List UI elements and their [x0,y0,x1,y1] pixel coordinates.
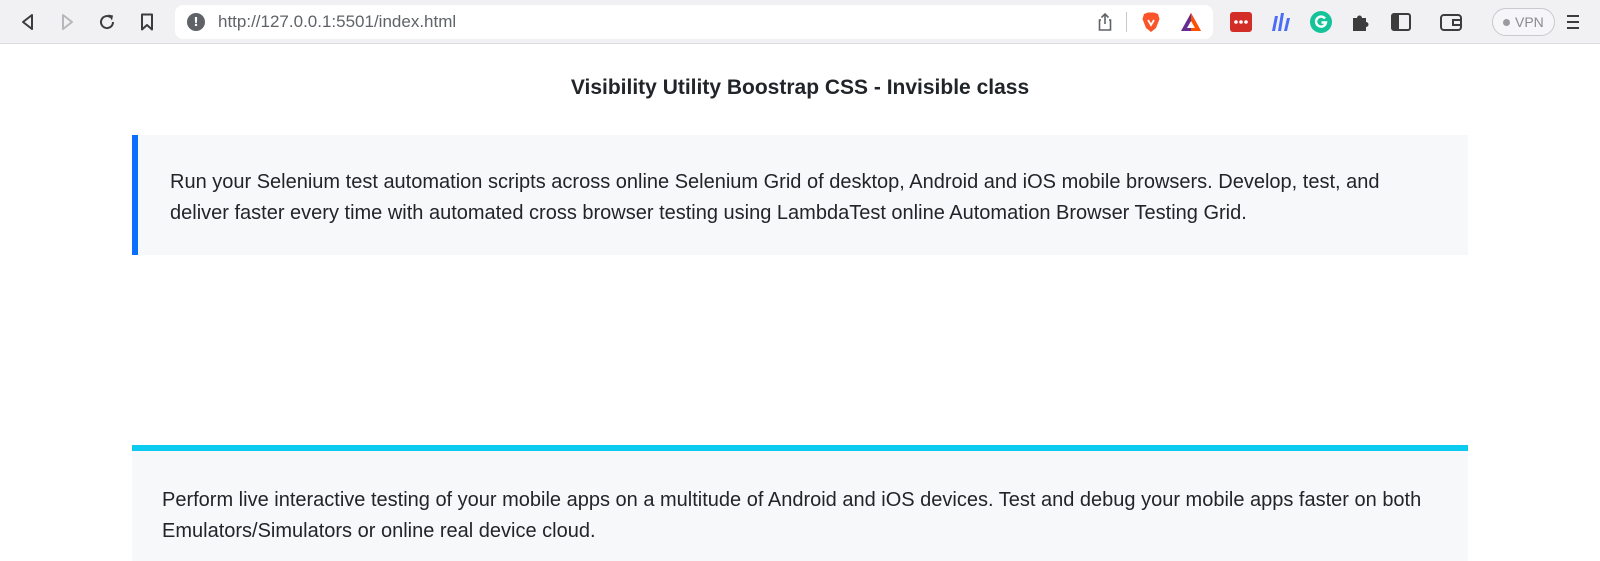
vpn-status-dot [1503,19,1510,26]
brave-shields-icon[interactable] [1140,11,1162,33]
grammarly-icon[interactable] [1309,10,1333,34]
page-title: Visibility Utility Boostrap CSS - Invisi… [570,76,1030,99]
forward-icon[interactable] [53,8,81,36]
wallet-icon[interactable] [1439,10,1463,34]
url-text[interactable]: http://127.0.0.1:5501/index.html [218,5,456,39]
puzzle-extensions-icon[interactable] [1349,10,1373,34]
back-icon[interactable] [14,8,42,36]
share-icon[interactable] [1095,12,1115,32]
bookmark-icon[interactable] [133,8,161,36]
info-icon[interactable]: ! [187,13,205,31]
browser-toolbar: ! http://127.0.0.1:5501/index.html VPN [0,0,1600,44]
menu-icon[interactable] [1559,8,1587,36]
callout-selenium: Run your Selenium test automation script… [132,135,1468,255]
address-bar[interactable]: ! http://127.0.0.1:5501/index.html [175,5,1213,39]
callout-mobile: Perform live interactive testing of your… [132,445,1468,561]
brave-rewards-icon[interactable] [1180,11,1202,33]
metamask-bars-icon[interactable] [1269,10,1293,34]
separator [1126,12,1127,32]
callout-text: Perform live interactive testing of your… [162,489,1422,542]
reload-icon[interactable] [93,8,121,36]
vpn-button[interactable]: VPN [1492,8,1555,36]
lastpass-icon[interactable] [1229,10,1253,34]
vpn-label: VPN [1515,14,1544,30]
callout-text: Run your Selenium test automation script… [170,171,1380,224]
sidebar-icon[interactable] [1389,10,1413,34]
